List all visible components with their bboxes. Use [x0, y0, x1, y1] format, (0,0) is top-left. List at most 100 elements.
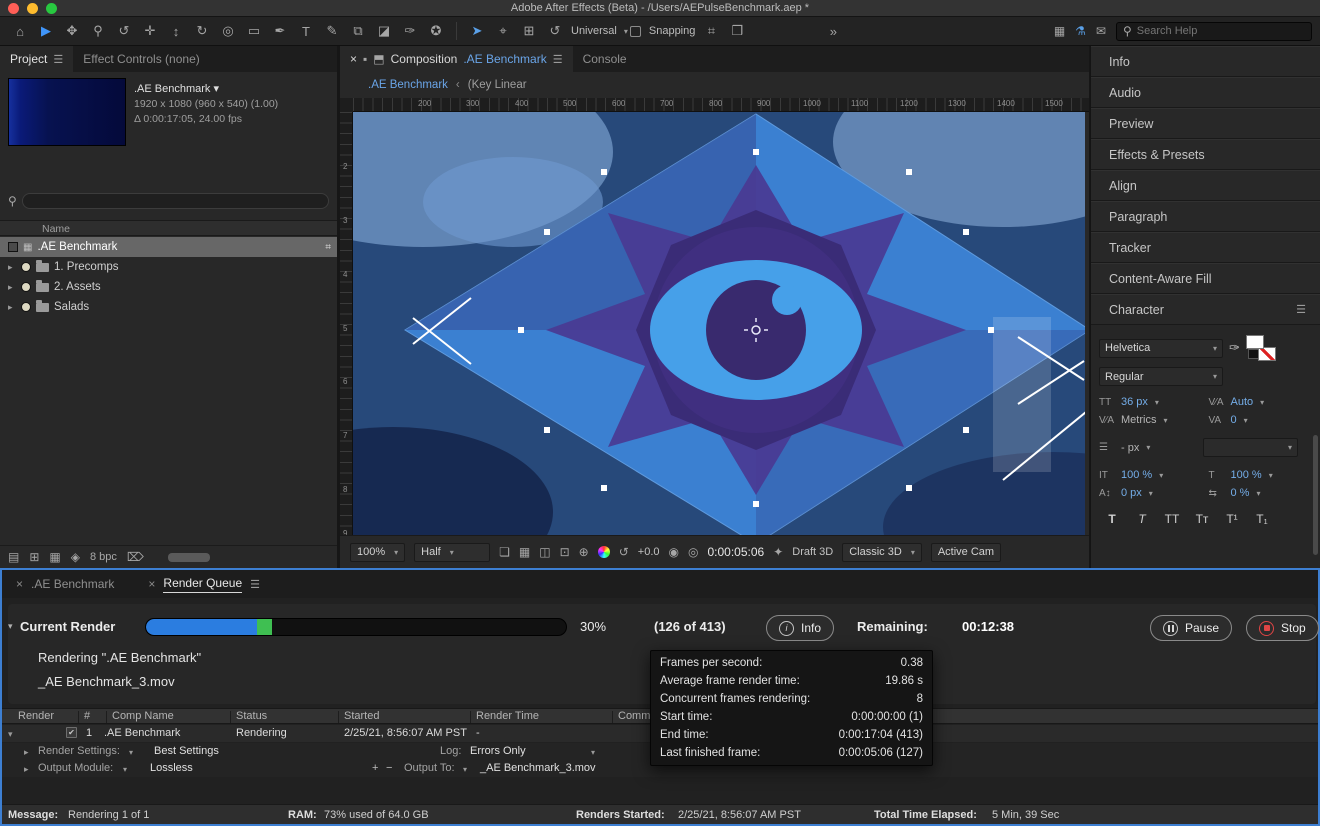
panel-menu-icon[interactable]: ☰	[250, 578, 260, 591]
toolbar-overflow-button[interactable]: »	[821, 24, 845, 39]
panel-effects-presets[interactable]: Effects & Presets	[1091, 139, 1320, 170]
twirl-icon[interactable]: ▾	[8, 729, 16, 740]
type-tool-icon[interactable]: T	[294, 24, 318, 39]
beta-feedback-icon[interactable]: ⚗	[1075, 24, 1086, 38]
panel-view-icon[interactable]: ⬒	[373, 52, 384, 66]
universal-dropdown[interactable]: Universal	[571, 25, 617, 37]
camera-dropdown[interactable]: Active Cam	[930, 542, 1002, 562]
add-output-module-button[interactable]: +	[372, 762, 378, 774]
label-color-chip[interactable]	[21, 262, 31, 272]
panel-menu-icon[interactable]: ☰	[553, 53, 563, 66]
adjust-icon[interactable]: ◈	[71, 550, 80, 564]
hand-tool-icon[interactable]: ✥	[60, 23, 84, 39]
color-management-icon[interactable]	[597, 546, 610, 558]
magnification-dropdown[interactable]: 100% ▾	[350, 542, 406, 562]
kerning-control[interactable]: V⁄A Auto ▾	[1209, 396, 1313, 408]
log-caret-icon[interactable]: ▾	[591, 748, 595, 757]
roto-brush-tool-icon[interactable]: ✑	[398, 23, 422, 39]
close-button[interactable]	[8, 3, 19, 14]
fill-stroke-swatches[interactable]	[1245, 335, 1280, 361]
tab-composition[interactable]: × ▪ ⬒ Composition .AE Benchmark ☰	[340, 46, 573, 72]
twirl-icon[interactable]: ▸	[8, 262, 16, 273]
leading-preset-dropdown[interactable]: ▾	[1203, 438, 1298, 457]
output-to-value[interactable]: _AE Benchmark_3.mov	[480, 762, 596, 774]
resolution-dropdown[interactable]: Half ▾	[414, 542, 491, 562]
snap-3d-icon[interactable]: ❒	[725, 23, 749, 39]
world-axis-mode-icon[interactable]: ⊞	[517, 23, 541, 39]
transparency-grid-icon[interactable]: ▦	[519, 545, 530, 559]
project-list-header[interactable]: Name	[0, 220, 337, 236]
label-color-chip[interactable]	[21, 302, 31, 312]
panel-info[interactable]: Info	[1091, 46, 1320, 77]
render-enabled-checkbox[interactable]: ✔	[66, 727, 77, 738]
info-button[interactable]: i Info	[766, 615, 835, 641]
panel-content-aware-fill[interactable]: Content-Aware Fill	[1091, 263, 1320, 294]
zoom-button[interactable]	[46, 3, 57, 14]
shape-tool-icon[interactable]: ▭	[242, 23, 266, 39]
vertical-scrollbar[interactable]	[1313, 435, 1318, 555]
project-bpc[interactable]: 8 bpc	[90, 551, 117, 563]
search-help-input[interactable]	[1136, 25, 1297, 37]
flowchart-icon[interactable]: ⌗	[325, 242, 331, 253]
vertical-ruler[interactable]: 2 3 4 5 6 7 8 9	[340, 112, 353, 538]
new-composition-icon[interactable]: ▦	[49, 550, 60, 564]
twirl-icon[interactable]: ▸	[8, 282, 16, 293]
current-render-twirl-icon[interactable]: ▾	[8, 621, 13, 632]
horizontal-scrollbar[interactable]	[167, 552, 210, 562]
region-of-interest-icon[interactable]: ❏	[499, 545, 510, 559]
horizontal-ruler[interactable]: 200 300 400 500 600 700 800 900 1000 110…	[353, 98, 1089, 112]
faux-bold-button[interactable]: T	[1101, 509, 1123, 529]
eraser-tool-icon[interactable]: ◪	[372, 23, 396, 39]
tab-ae-benchmark-timeline[interactable]: × .AE Benchmark	[16, 577, 114, 591]
font-size-control[interactable]: TT 36 px ▾	[1099, 396, 1203, 408]
pan-behind-tool-icon[interactable]: ◎	[216, 23, 240, 39]
new-folder-icon[interactable]: ⊞	[29, 550, 39, 564]
guides-icon[interactable]: ⊡	[560, 545, 570, 559]
panel-audio[interactable]: Audio	[1091, 77, 1320, 108]
reset-rotation-icon[interactable]: ↺	[543, 23, 567, 39]
tracking-control[interactable]: VA 0 ▾	[1209, 414, 1313, 426]
eyedropper-icon[interactable]: ✑	[1229, 340, 1240, 356]
panel-character[interactable]: Character ☰	[1091, 294, 1320, 325]
panel-preview[interactable]: Preview	[1091, 108, 1320, 139]
mask-visibility-icon[interactable]: ◫	[539, 545, 550, 559]
clone-stamp-tool-icon[interactable]: ⧉	[346, 23, 370, 39]
comments-icon[interactable]: ✉	[1096, 24, 1106, 38]
pan-camera-tool-icon[interactable]: ✛	[138, 23, 162, 39]
stroke-color-swatch[interactable]	[1257, 347, 1276, 361]
reset-exposure-icon[interactable]: ↺	[619, 545, 629, 559]
show-snapshot-icon[interactable]: ◎	[688, 545, 698, 559]
breadcrumb-comp[interactable]: .AE Benchmark	[368, 79, 448, 91]
exposure-value[interactable]: +0.0	[638, 546, 660, 558]
project-item-folder-precomps[interactable]: ▸ 1. Precomps	[0, 257, 337, 277]
tab-effect-controls[interactable]: Effect Controls (none)	[73, 46, 210, 72]
twirl-icon[interactable]: ▸	[8, 302, 16, 313]
twirl-icon[interactable]: ▸	[24, 764, 32, 775]
snapshot-icon[interactable]: ◉	[669, 545, 679, 559]
baseline-shift-control[interactable]: A↕ 0 px ▾	[1099, 487, 1203, 499]
panel-paragraph[interactable]: Paragraph	[1091, 201, 1320, 232]
stop-button[interactable]: Stop	[1246, 615, 1319, 641]
rotate-tool-icon[interactable]: ↻	[190, 23, 214, 39]
project-item-folder-salads[interactable]: ▸ Salads	[0, 297, 337, 317]
draft-3d-toggle[interactable]: Draft 3D	[792, 546, 833, 558]
leading-control[interactable]: ☰ - px ▾	[1099, 442, 1197, 454]
project-item-folder-assets[interactable]: ▸ 2. Assets	[0, 277, 337, 297]
orbit-camera-tool-icon[interactable]: ↺	[112, 23, 136, 39]
project-item-comp[interactable]: ▦ .AE Benchmark ⌗	[0, 237, 337, 257]
superscript-button[interactable]: T¹	[1221, 509, 1243, 529]
vertical-scale-control[interactable]: IT 100 % ▾	[1099, 469, 1203, 481]
label-color-chip[interactable]	[21, 282, 31, 292]
renderer-dropdown[interactable]: Classic 3D ▾	[842, 542, 922, 562]
project-search-input[interactable]	[21, 193, 329, 209]
brush-tool-icon[interactable]: ✎	[320, 23, 344, 39]
search-help-box[interactable]: ⚲	[1116, 21, 1312, 41]
font-style-dropdown[interactable]: Regular ▾	[1099, 367, 1223, 386]
viewer-timecode[interactable]: 0:00:05:06	[707, 545, 764, 559]
output-to-caret-icon[interactable]: ▾	[463, 765, 467, 774]
interpret-footage-icon[interactable]: ▤	[8, 550, 19, 564]
workspace-icon[interactable]: ▦	[1054, 24, 1065, 38]
selection-tool-icon[interactable]: ▶	[34, 23, 58, 39]
close-tab-icon[interactable]: ×	[16, 577, 23, 591]
home-icon[interactable]: ⌂	[8, 24, 32, 39]
